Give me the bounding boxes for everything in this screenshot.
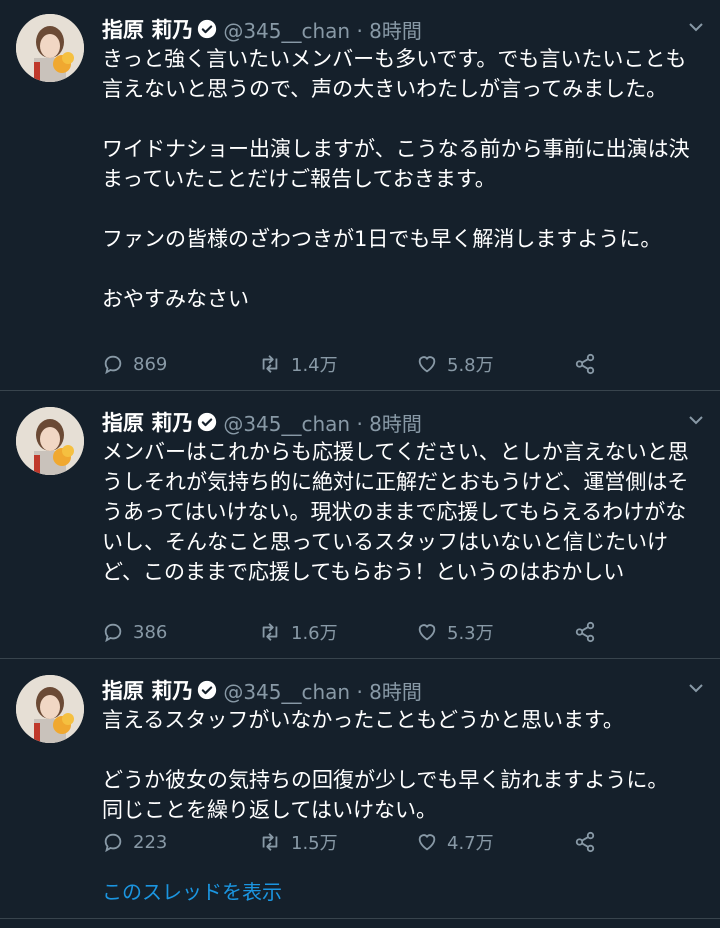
- retweet-count: 1.5万: [291, 833, 338, 854]
- handle-and-time[interactable]: @345__chan · 8時間: [223, 408, 422, 437]
- tweet-header: 指原 莉乃 @345__chan · 8時間: [102, 405, 422, 439]
- heart-icon: [418, 356, 436, 373]
- retweet-icon: [262, 355, 278, 373]
- reply-icon: [104, 623, 122, 643]
- chevron-down-icon[interactable]: [688, 683, 704, 693]
- show-thread-link[interactable]: このスレッドを表示: [102, 876, 282, 905]
- tweet-header: 指原 莉乃 @345__chan · 8時間: [102, 12, 422, 46]
- verified-badge-icon: [198, 19, 217, 39]
- tweet-actions: 223 1.5万 4.7万: [102, 827, 702, 857]
- reply-count: 223: [133, 831, 168, 853]
- retweet-button[interactable]: 1.5万: [258, 827, 338, 857]
- handle-and-time[interactable]: @345__chan · 8時間: [223, 15, 422, 44]
- reply-icon: [104, 355, 122, 375]
- tweet-text: きっと強く言いたいメンバーも多いです。でも言いたいことも言えないと思うので、声の…: [102, 47, 690, 311]
- verified-badge-icon: [198, 412, 217, 432]
- reply-count: 386: [133, 621, 168, 643]
- reply-button[interactable]: 386: [102, 617, 167, 647]
- like-count: 5.3万: [447, 623, 494, 644]
- heart-icon: [418, 624, 436, 641]
- divider: [0, 390, 720, 391]
- reply-button[interactable]: 223: [102, 827, 167, 857]
- chevron-down-icon[interactable]: [688, 22, 704, 32]
- divider: [0, 918, 720, 919]
- reply-button[interactable]: 869: [102, 349, 167, 379]
- retweet-button[interactable]: 1.4万: [258, 349, 338, 379]
- like-button[interactable]: 5.8万: [416, 349, 494, 379]
- share-button[interactable]: [574, 349, 605, 379]
- share-button[interactable]: [574, 617, 605, 647]
- share-button[interactable]: [574, 827, 605, 857]
- heart-icon: [418, 834, 436, 851]
- chevron-down-icon[interactable]: [688, 415, 704, 425]
- share-icon: [575, 353, 595, 375]
- share-icon: [575, 621, 595, 643]
- reply-count: 869: [133, 353, 168, 375]
- tweet-actions: 386 1.6万 5.3万: [102, 617, 702, 647]
- like-button[interactable]: 4.7万: [416, 827, 494, 857]
- display-name[interactable]: 指原 莉乃: [102, 675, 193, 705]
- divider: [0, 658, 720, 659]
- tweet-text: メンバーはこれからも応援してください、としか言えないと思うしそれが気持ち的に絶対…: [102, 440, 689, 584]
- reply-icon: [104, 833, 122, 853]
- retweet-count: 1.4万: [291, 355, 338, 376]
- retweet-icon: [262, 623, 278, 641]
- tweet-actions: 869 1.4万 5.8万: [102, 349, 702, 379]
- share-icon: [575, 831, 595, 853]
- tweet-2[interactable]: 指原 莉乃 @345__chan · 8時間 メンバーはこれからも応援してくださ…: [0, 393, 720, 658]
- retweet-count: 1.6万: [291, 623, 338, 644]
- display-name[interactable]: 指原 莉乃: [102, 407, 193, 437]
- avatar[interactable]: [16, 14, 84, 82]
- tweet-3[interactable]: 指原 莉乃 @345__chan · 8時間 言えるスタッフがいなかったこともど…: [0, 661, 720, 871]
- tweet-header: 指原 莉乃 @345__chan · 8時間: [102, 673, 422, 707]
- retweet-icon: [262, 833, 278, 851]
- like-count: 5.8万: [447, 355, 494, 376]
- verified-badge-icon: [198, 680, 217, 700]
- tweet-1[interactable]: 指原 莉乃 @345__chan · 8時間 きっと強く言いたいメンバーも多いで…: [0, 0, 720, 390]
- display-name[interactable]: 指原 莉乃: [102, 14, 193, 44]
- handle-and-time[interactable]: @345__chan · 8時間: [223, 676, 422, 705]
- like-button[interactable]: 5.3万: [416, 617, 494, 647]
- like-count: 4.7万: [447, 833, 494, 854]
- tweet-text: 言えるスタッフがいなかったこともどうかと思います。 どうか彼女の気持ちの回復が少…: [102, 708, 669, 822]
- avatar[interactable]: [16, 407, 84, 475]
- retweet-button[interactable]: 1.6万: [258, 617, 338, 647]
- avatar[interactable]: [16, 675, 84, 743]
